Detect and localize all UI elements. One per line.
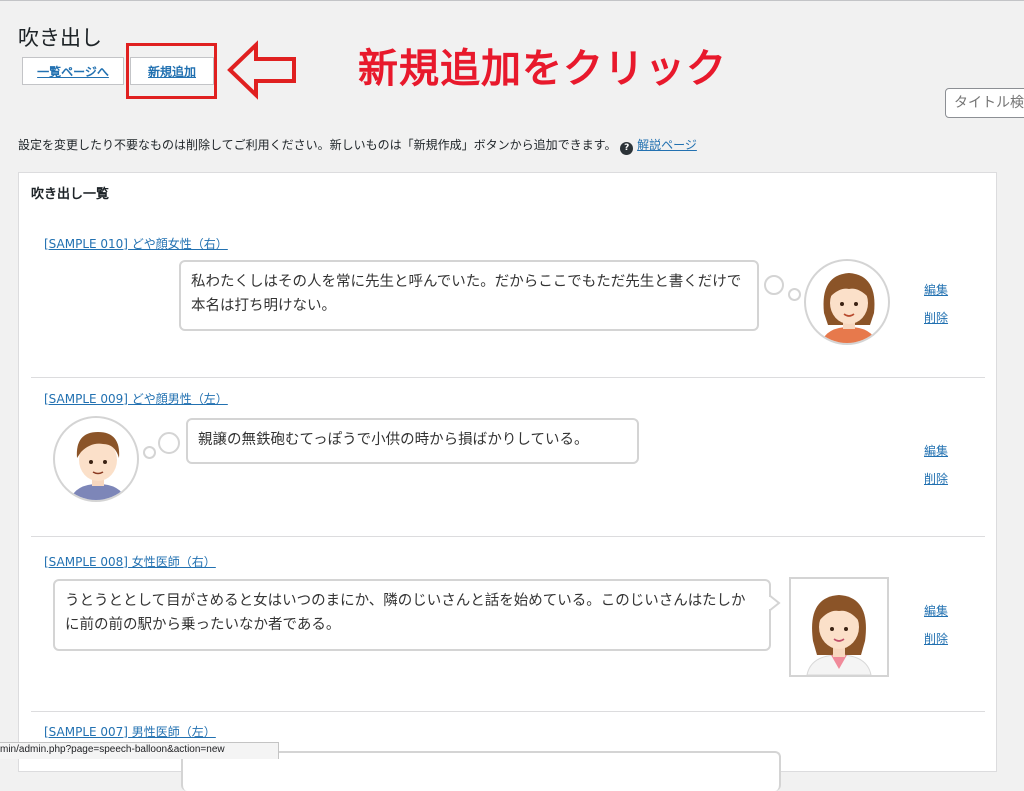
divider [31, 536, 985, 537]
edit-link[interactable]: 編集 [924, 281, 948, 298]
female-doctor-icon [806, 595, 872, 675]
delete-link[interactable]: 削除 [924, 309, 948, 326]
panel-title: 吹き出し一覧 [31, 187, 110, 202]
thought-dot-small [788, 288, 801, 301]
divider [31, 377, 985, 378]
delete-link[interactable]: 削除 [924, 470, 948, 487]
item-title-link[interactable]: [SAMPLE 008] 女性医師（右） [44, 553, 216, 570]
item-title-link[interactable]: [SAMPLE 007] 男性医師（左） [44, 723, 216, 740]
top-border [0, 0, 1024, 1]
speech-bubble: 親譲の無鉄砲むてっぽうで小供の時から損ばかりしている。 [186, 418, 639, 464]
list-item: [SAMPLE 008] 女性医師（右） うとうととして目がさめると女はいつのま… [31, 551, 985, 713]
help-link[interactable]: 解説ページ [637, 138, 697, 152]
man-face-icon [70, 432, 126, 500]
description: 設定を変更したり不要なものは削除してご利用ください。新しいものは「新規作成」ボタ… [18, 136, 697, 155]
bubble-tail-icon [769, 593, 781, 613]
help-icon: ? [620, 141, 634, 155]
item-title-link[interactable]: [SAMPLE 010] どや顔女性（右） [44, 235, 228, 252]
status-bar-url: min/admin.php?page=speech-balloon&action… [0, 742, 279, 759]
speech-bubble: うとうととして目がさめると女はいつのまにか、隣のじいさんと話を始めている。このじ… [53, 579, 771, 651]
avatar-man [53, 416, 139, 502]
thought-dot-large [764, 275, 784, 295]
thought-dot-small [143, 446, 156, 459]
edit-link[interactable]: 編集 [924, 442, 948, 459]
edit-link[interactable]: 編集 [924, 602, 948, 619]
add-new-button[interactable]: 新規追加 [130, 57, 214, 85]
avatar-female-doctor [789, 577, 889, 677]
description-text: 設定を変更したり不要なものは削除してご利用ください。新しいものは「新規作成」ボタ… [18, 138, 617, 152]
balloon-list-panel: 吹き出し一覧 [SAMPLE 010] どや顔女性（右） 私わたくしはその人を常… [18, 172, 997, 791]
list-item: [SAMPLE 009] どや顔男性（左） 親譲の無鉄砲むてっぽうで小供の時から… [31, 388, 985, 538]
avatar-woman [804, 259, 890, 345]
thought-dot-large [158, 432, 180, 454]
page-title: 吹き出し [18, 26, 102, 50]
list-page-button[interactable]: 一覧ページへ [22, 57, 124, 85]
left-arrow-icon [227, 40, 296, 100]
delete-link[interactable]: 削除 [924, 630, 948, 647]
title-search-input[interactable] [945, 88, 1024, 118]
item-title-link[interactable]: [SAMPLE 009] どや顔男性（左） [44, 390, 228, 407]
divider [31, 711, 985, 712]
list-item: [SAMPLE 010] どや顔女性（右） 私わたくしはその人を常に先生と呼んで… [31, 233, 985, 378]
speech-bubble: 私わたくしはその人を常に先生と呼んでいた。だからここでもただ先生と書くだけで本名… [179, 260, 759, 331]
annotation-text: 新規追加をクリック [358, 46, 727, 92]
woman-face-icon [821, 273, 877, 343]
